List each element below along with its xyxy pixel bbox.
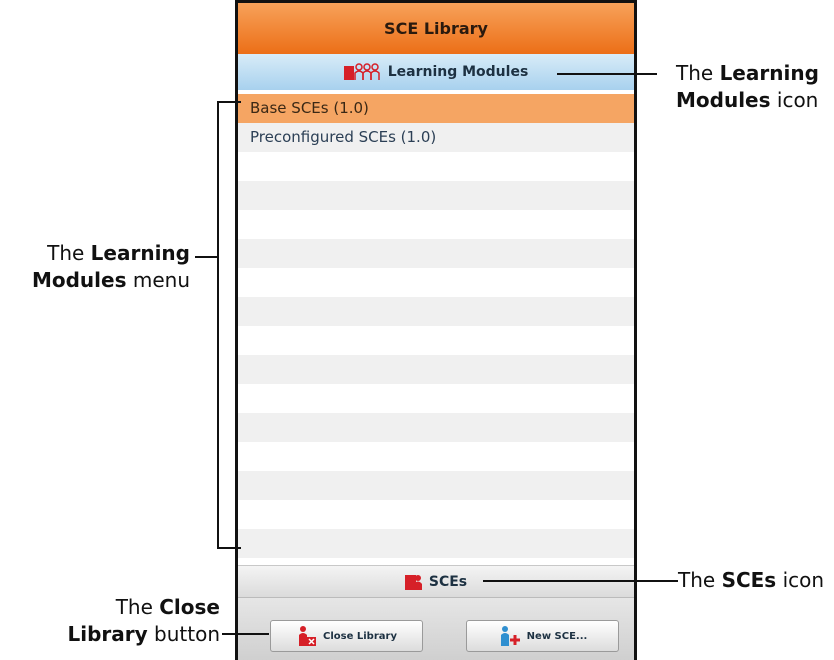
close-button-ann-post: button (147, 622, 220, 646)
lm-menu-leader-line (195, 256, 217, 258)
list-item-preconfigured-sces[interactable]: Preconfigured SCEs (1.0) (238, 123, 634, 152)
panel-footer: Close Library New SCE... (238, 597, 634, 660)
sces-icon-annotation: The SCEs icon (678, 567, 824, 594)
lm-menu-bracket-top (217, 101, 241, 103)
lm-icon-ann-bold1: Learning (719, 61, 819, 85)
learning-modules-bar[interactable]: Learning Modules (238, 54, 634, 90)
lm-icon-ann-bold2: Modules (676, 88, 771, 112)
sces-bar[interactable]: SCEs (238, 565, 634, 598)
new-sce-button[interactable]: New SCE... (466, 620, 619, 652)
close-button-leader-line (222, 633, 269, 635)
lm-icon-ann-pre: The (676, 61, 720, 85)
lm-menu-bracket-bottom (217, 547, 241, 549)
sces-icon-ann-bold: SCEs (721, 568, 777, 592)
lm-menu-ann-bold1: Learning (90, 241, 190, 265)
learning-modules-menu: Base SCEs (1.0) Preconfigured SCEs (1.0) (238, 94, 634, 564)
new-sce-icon (498, 625, 522, 647)
new-sce-label: New SCE... (526, 630, 588, 642)
sces-icon-leader-line (483, 580, 678, 582)
sce-library-panel: SCE Library Learning Modules Base SCEs (… (235, 0, 637, 660)
lm-menu-bracket-vertical (217, 101, 219, 548)
list-item-base-sces[interactable]: Base SCEs (1.0) (238, 94, 634, 123)
panel-title: SCE Library (238, 0, 634, 54)
close-library-label: Close Library (323, 630, 397, 642)
lm-menu-ann-post: menu (126, 268, 190, 292)
lm-icon-ann-post: icon (770, 88, 819, 112)
close-button-ann-pre: The (115, 595, 160, 619)
close-library-button[interactable]: Close Library (270, 620, 423, 652)
close-button-ann-bold2: Library (67, 622, 148, 646)
close-button-ann-bold1: Close (159, 595, 220, 619)
learning-modules-icon[interactable] (343, 63, 382, 81)
sces-icon-ann-pre: The (678, 568, 722, 592)
lm-icon-annotation: The Learning Modules icon (676, 60, 819, 114)
sces-icon-ann-post: icon (776, 568, 825, 592)
close-button-annotation: The Close Library button (40, 594, 220, 648)
close-library-icon (296, 625, 318, 647)
lm-menu-ann-pre: The (47, 241, 91, 265)
sces-label: SCEs (428, 574, 468, 590)
lm-menu-ann-bold2: Modules (31, 268, 127, 292)
sces-icon[interactable] (404, 573, 423, 591)
lm-menu-annotation: The Learning Modules menu (30, 240, 190, 294)
learning-modules-label: Learning Modules (387, 64, 529, 80)
lm-icon-leader-line (557, 73, 657, 75)
